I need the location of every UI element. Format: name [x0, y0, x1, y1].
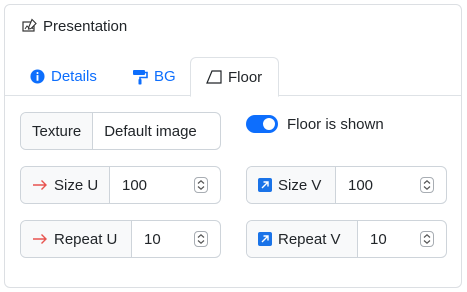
tab-floor[interactable]: Floor: [190, 57, 279, 97]
texture-label: Texture: [21, 113, 94, 149]
floor-shown-toggle-group: Floor is shown: [246, 115, 384, 133]
repeat-u-value: 10: [144, 230, 161, 248]
presentation-edit-icon: [20, 17, 38, 35]
size-u-label-addon: Size U: [21, 167, 110, 203]
size-u-group: Size U 100: [20, 166, 221, 204]
tab-details-label: Details: [51, 68, 97, 85]
tab-bar: Details BG Floor: [5, 53, 461, 97]
size-v-label-addon: Size V: [247, 167, 336, 203]
arrow-right-icon: [32, 233, 48, 245]
size-v-group: Size V 100: [246, 166, 447, 204]
repeat-u-label-addon: Repeat U: [21, 221, 132, 257]
paint-roller-icon: [132, 69, 148, 85]
size-v-spinner[interactable]: [420, 177, 434, 193]
repeat-v-group: Repeat V 10: [246, 220, 447, 258]
tab-bg[interactable]: BG: [132, 57, 176, 96]
tab-floor-label: Floor: [228, 68, 263, 86]
floor-shown-switch[interactable]: [246, 115, 278, 133]
size-v-input[interactable]: 100: [336, 167, 446, 203]
size-u-label: Size U: [54, 176, 99, 194]
panel-title: Presentation: [43, 17, 128, 35]
repeat-u-spinner[interactable]: [194, 231, 208, 247]
size-v-label: Size V: [278, 176, 322, 194]
arrow-up-right-box-icon: [258, 178, 272, 192]
size-u-value: 100: [122, 176, 148, 194]
repeat-u-label: Repeat U: [54, 230, 118, 248]
repeat-v-label-addon: Repeat V: [247, 221, 358, 257]
info-circle-icon: [30, 69, 45, 84]
arrow-right-icon: [32, 179, 48, 191]
arrow-up-right-box-icon: [258, 232, 272, 246]
repeat-v-value: 10: [370, 230, 387, 248]
size-u-spinner[interactable]: [194, 177, 208, 193]
panel-header: Presentation: [20, 17, 127, 35]
tab-details[interactable]: Details: [30, 57, 97, 96]
floor-shown-label: Floor is shown: [287, 115, 384, 133]
repeat-v-input[interactable]: 10: [358, 221, 446, 257]
size-v-value: 100: [348, 176, 374, 194]
texture-select[interactable]: Default image: [93, 113, 208, 149]
presentation-panel: Presentation Details BG Floor Texture De…: [4, 4, 462, 288]
floor-plane-icon: [206, 69, 222, 85]
texture-group: Texture Default image: [20, 112, 221, 150]
switch-knob: [263, 118, 275, 130]
repeat-v-spinner[interactable]: [420, 231, 434, 247]
size-u-input[interactable]: 100: [110, 167, 220, 203]
repeat-u-group: Repeat U 10: [20, 220, 221, 258]
repeat-v-label: Repeat V: [278, 230, 341, 248]
tab-bg-label: BG: [154, 68, 176, 85]
repeat-u-input[interactable]: 10: [132, 221, 220, 257]
